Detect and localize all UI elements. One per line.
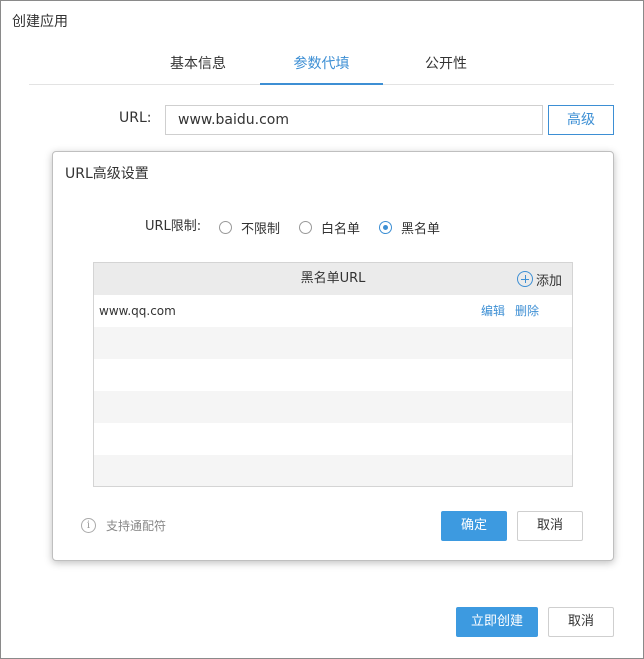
table-row-empty xyxy=(94,327,572,359)
tab-basic-info[interactable]: 基本信息 xyxy=(153,47,243,85)
radio-circle xyxy=(299,220,312,234)
cancel-button[interactable]: 取消 xyxy=(548,607,614,637)
advanced-button[interactable]: 高级 xyxy=(548,105,614,135)
edit-link[interactable]: 编辑 xyxy=(481,295,505,327)
window-title: 创建应用 xyxy=(12,14,68,30)
tab-param-fill[interactable]: 参数代填 xyxy=(260,47,383,85)
dialog-title: URL高级设置 xyxy=(65,166,149,182)
create-app-window: 创建应用 基本信息 参数代填 公开性 URL: 高级 URL高级设置 URL限制… xyxy=(0,0,644,659)
url-label: URL: xyxy=(119,110,152,126)
hint-text: 支持通配符 xyxy=(106,518,167,533)
row-url: www.qq.com xyxy=(99,304,176,318)
radio-label: 白名单 xyxy=(321,221,361,237)
radio-circle xyxy=(219,220,232,234)
add-button[interactable]: 添加 xyxy=(516,270,562,289)
table-row-empty xyxy=(94,455,572,486)
table-row-empty xyxy=(94,423,572,455)
radio-blacklist[interactable]: 黑名单 xyxy=(379,218,441,237)
add-label: 添加 xyxy=(535,273,562,289)
column-header-blacklist-url: 黑名单URL xyxy=(300,271,366,286)
dialog-cancel-button[interactable]: 取消 xyxy=(517,511,583,541)
plus-circle-icon xyxy=(516,271,533,287)
url-limit-label: URL限制: xyxy=(145,219,202,234)
radio-circle-selected xyxy=(379,220,392,234)
radio-no-limit[interactable]: 不限制 xyxy=(219,218,281,237)
wildcard-hint: i 支持通配符 xyxy=(81,517,166,533)
delete-link[interactable]: 删除 xyxy=(515,295,539,327)
radio-label: 不限制 xyxy=(241,221,281,237)
radio-label: 黑名单 xyxy=(401,221,441,237)
table-row: www.qq.com 编辑 删除 xyxy=(94,295,572,327)
table-row-empty xyxy=(94,391,572,423)
table-row-empty xyxy=(94,359,572,391)
url-input[interactable] xyxy=(165,105,543,135)
dialog-confirm-button[interactable]: 确定 xyxy=(441,511,507,541)
radio-whitelist[interactable]: 白名单 xyxy=(299,218,361,237)
create-now-button[interactable]: 立即创建 xyxy=(456,607,538,637)
tab-visibility[interactable]: 公开性 xyxy=(401,47,491,85)
blacklist-table: 黑名单URL 添加 www.qq.com 编辑 删除 xyxy=(93,262,573,487)
info-icon: i xyxy=(81,517,96,533)
url-advanced-dialog: URL高级设置 URL限制: 不限制 白名单 黑名单 黑名单URL 添加 www… xyxy=(52,151,614,561)
tab-bar: 基本信息 参数代填 公开性 xyxy=(29,47,614,85)
table-header: 黑名单URL 添加 xyxy=(94,263,572,295)
